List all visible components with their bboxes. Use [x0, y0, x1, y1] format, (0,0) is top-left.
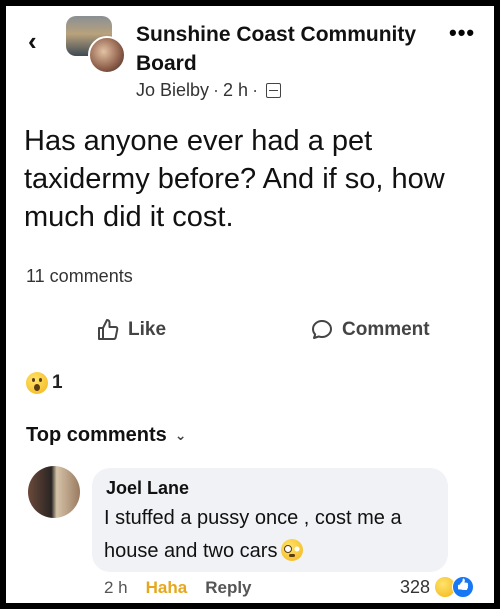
more-options-button[interactable]: ••• — [449, 20, 475, 46]
like-emoji-icon — [452, 576, 475, 598]
more-horizontal-icon: ••• — [449, 20, 476, 45]
comment-reaction-summary[interactable]: 328 — [400, 576, 475, 598]
comment-text: I stuffed a pussy once , cost me a house… — [104, 502, 440, 568]
thumbs-up-icon — [98, 319, 119, 340]
back-button[interactable]: ‹ — [28, 26, 37, 57]
commenter-avatar[interactable] — [28, 466, 80, 518]
comment-count[interactable]: 11 comments — [26, 266, 133, 287]
group-avatar[interactable] — [66, 16, 126, 76]
comment-sort-dropdown[interactable]: Top comments ⌄ — [26, 424, 187, 447]
like-label: Like — [128, 319, 167, 340]
author-name[interactable]: Jo Bielby — [136, 80, 209, 101]
comment-sort-label: Top comments — [26, 424, 167, 446]
reaction-summary[interactable]: 1 — [26, 372, 63, 394]
wow-emoji-icon — [26, 372, 48, 394]
meta-separator: · — [213, 80, 220, 100]
comment-button[interactable]: Comment — [310, 318, 430, 342]
flushed-emoji-icon — [281, 539, 304, 561]
comment-body: I stuffed a pussy once , cost me a house… — [104, 507, 402, 562]
comment-time[interactable]: 2 h — [104, 578, 128, 598]
comment-reaction-count: 328 — [400, 576, 431, 597]
post-text: Has anyone ever had a pet taxidermy befo… — [24, 125, 445, 233]
reaction-count: 1 — [52, 372, 63, 393]
chevron-down-icon: ⌄ — [174, 427, 187, 443]
chevron-left-icon: ‹ — [28, 26, 37, 56]
haha-reaction-button[interactable]: Haha — [146, 578, 188, 598]
like-button[interactable]: Like — [96, 318, 166, 342]
group-members-icon — [266, 83, 282, 98]
post-meta: Jo Bielby · 2 h · — [136, 80, 282, 101]
commenter-name[interactable]: Joel Lane — [106, 478, 189, 499]
comment-bubble: Joel Lane I stuffed a pussy once , cost … — [92, 468, 448, 572]
meta-separator: · — [252, 80, 259, 100]
comment-actions: 2 h Haha Reply — [104, 578, 252, 598]
author-avatar — [88, 36, 126, 74]
post-card: ‹ Sunshine Coast Community Board Jo Biel… — [6, 6, 494, 603]
comment-label: Comment — [342, 319, 430, 340]
group-name[interactable]: Sunshine Coast Community Board — [136, 20, 436, 78]
speech-bubble-icon — [312, 320, 332, 339]
post-time[interactable]: 2 h — [223, 80, 248, 101]
reply-button[interactable]: Reply — [205, 578, 251, 598]
